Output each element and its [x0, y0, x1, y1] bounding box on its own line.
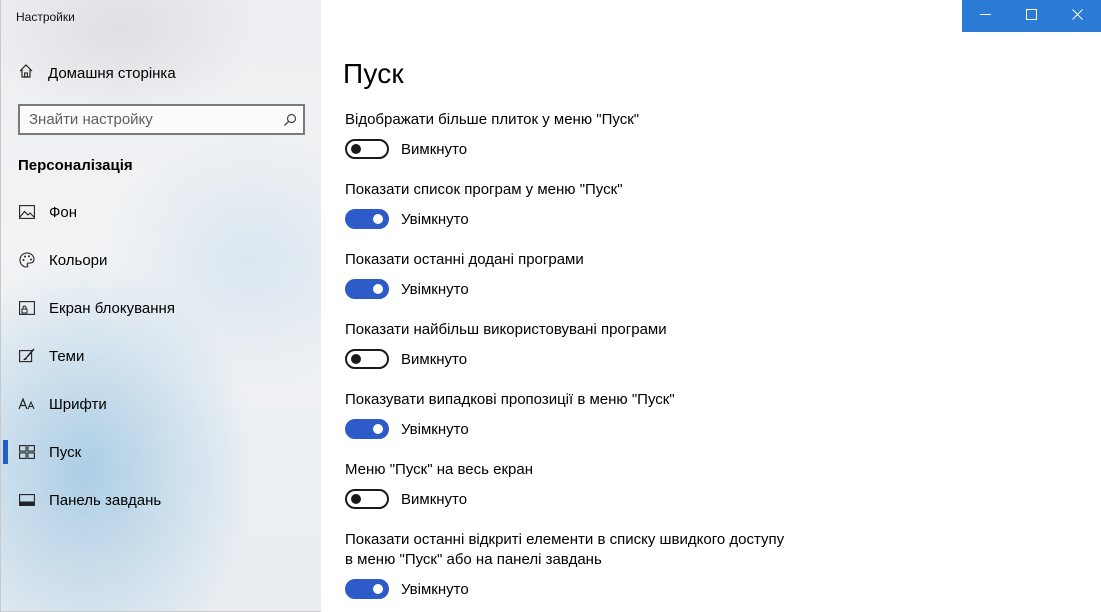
- palette-icon: [18, 251, 36, 269]
- close-icon: [1072, 7, 1083, 25]
- toggle-row: Вимкнуто: [345, 349, 667, 369]
- toggle-state-label: Увімкнуто: [401, 210, 469, 228]
- toggle-state-label: Увімкнуто: [401, 580, 469, 598]
- toggle-state-label: Увімкнуто: [401, 420, 469, 438]
- toggle-switch[interactable]: [345, 489, 389, 509]
- sidebar-item-label: Кольори: [49, 251, 108, 269]
- setting-description: Показати останні додані програми: [345, 251, 584, 268]
- setting-recent-items: Показати останні відкриті елементи в спи…: [345, 530, 795, 599]
- home-label: Домашня сторінка: [48, 64, 176, 82]
- search-icon[interactable]: [277, 113, 303, 127]
- toggle-row: Увімкнуто: [345, 579, 795, 599]
- sidebar: Настройки Домашня сторінка Персоналізаці…: [0, 0, 321, 612]
- sidebar-item-lock-screen[interactable]: Екран блокування: [1, 290, 321, 326]
- toggle-row: Увімкнуто: [345, 279, 584, 299]
- setting-suggestions: Показувати випадкові пропозиції в меню "…: [345, 390, 675, 439]
- sidebar-item-label: Шрифти: [49, 395, 107, 413]
- minimize-icon: [979, 7, 991, 25]
- toggle-switch[interactable]: [345, 419, 389, 439]
- setting-description: Показати список програм у меню "Пуск": [345, 181, 623, 198]
- setting-description: Показати останні відкриті елементи в спи…: [345, 531, 785, 568]
- toggle-knob: [351, 494, 361, 504]
- toggle-row: Увімкнуто: [345, 209, 623, 229]
- section-title: Персоналізація: [18, 157, 133, 174]
- toggle-switch[interactable]: [345, 579, 389, 599]
- sidebar-item-label: Пуск: [49, 443, 82, 461]
- search-input[interactable]: [20, 106, 277, 133]
- toggle-switch[interactable]: [345, 209, 389, 229]
- setting-description: Меню "Пуск" на весь екран: [345, 461, 533, 478]
- sidebar-item-themes[interactable]: Теми: [1, 338, 321, 374]
- toggle-state-label: Вимкнуто: [401, 490, 468, 508]
- sidebar-item-label: Панель завдань: [49, 491, 162, 509]
- toggle-switch[interactable]: [345, 349, 389, 369]
- content-pane: Пуск Відображати більше плиток у меню "П…: [321, 0, 1101, 612]
- toggle-knob: [351, 354, 361, 364]
- sidebar-item-label: Фон: [49, 203, 78, 221]
- taskbar-icon: [18, 491, 36, 509]
- fonts-icon: [18, 395, 36, 413]
- toggle-knob: [351, 144, 361, 154]
- toggle-knob: [373, 584, 383, 594]
- home-icon: [18, 63, 34, 84]
- picture-icon: [18, 203, 36, 221]
- window-title: Настройки: [16, 10, 75, 24]
- toggle-row: Вимкнуто: [345, 139, 639, 159]
- sidebar-item-label: Теми: [49, 347, 85, 365]
- setting-description: Відображати більше плиток у меню "Пуск": [345, 111, 640, 128]
- maximize-button[interactable]: [1008, 0, 1054, 32]
- toggle-switch[interactable]: [345, 279, 389, 299]
- setting-most-used: Показати найбільш використовувані програ…: [345, 320, 667, 369]
- setting-more-tiles: Відображати більше плиток у меню "Пуск" …: [345, 110, 639, 159]
- lock-screen-icon: [18, 299, 36, 317]
- toggle-row: Вимкнуто: [345, 489, 533, 509]
- home-link[interactable]: Домашня сторінка: [18, 62, 176, 84]
- start-icon: [18, 443, 36, 461]
- toggle-row: Увімкнуто: [345, 419, 675, 439]
- minimize-button[interactable]: [962, 0, 1008, 32]
- window-controls: [962, 0, 1101, 32]
- sidebar-item-label: Екран блокування: [49, 299, 175, 317]
- toggle-knob: [373, 424, 383, 434]
- sidebar-item-fonts[interactable]: Шрифти: [1, 386, 321, 422]
- toggle-state-label: Увімкнуто: [401, 280, 469, 298]
- search-box[interactable]: [18, 104, 305, 135]
- page-title: Пуск: [343, 58, 404, 89]
- setting-description: Показувати випадкові пропозиції в меню "…: [345, 391, 675, 408]
- sidebar-item-taskbar[interactable]: Панель завдань: [1, 482, 321, 518]
- setting-app-list: Показати список програм у меню "Пуск" Ув…: [345, 180, 623, 229]
- setting-full-screen: Меню "Пуск" на весь екран Вимкнуто: [345, 460, 533, 509]
- toggle-state-label: Вимкнуто: [401, 350, 468, 368]
- close-button[interactable]: [1054, 0, 1101, 32]
- toggle-state-label: Вимкнуто: [401, 140, 468, 158]
- maximize-icon: [1025, 7, 1037, 25]
- toggle-knob: [373, 284, 383, 294]
- toggle-knob: [373, 214, 383, 224]
- brush-icon: [18, 347, 36, 365]
- sidebar-item-colors[interactable]: Кольори: [1, 242, 321, 278]
- sidebar-item-background[interactable]: Фон: [1, 194, 321, 230]
- setting-description: Показати найбільш використовувані програ…: [345, 321, 667, 338]
- setting-recently-added: Показати останні додані програми Увімкну…: [345, 250, 584, 299]
- toggle-switch[interactable]: [345, 139, 389, 159]
- sidebar-item-start[interactable]: Пуск: [1, 434, 321, 470]
